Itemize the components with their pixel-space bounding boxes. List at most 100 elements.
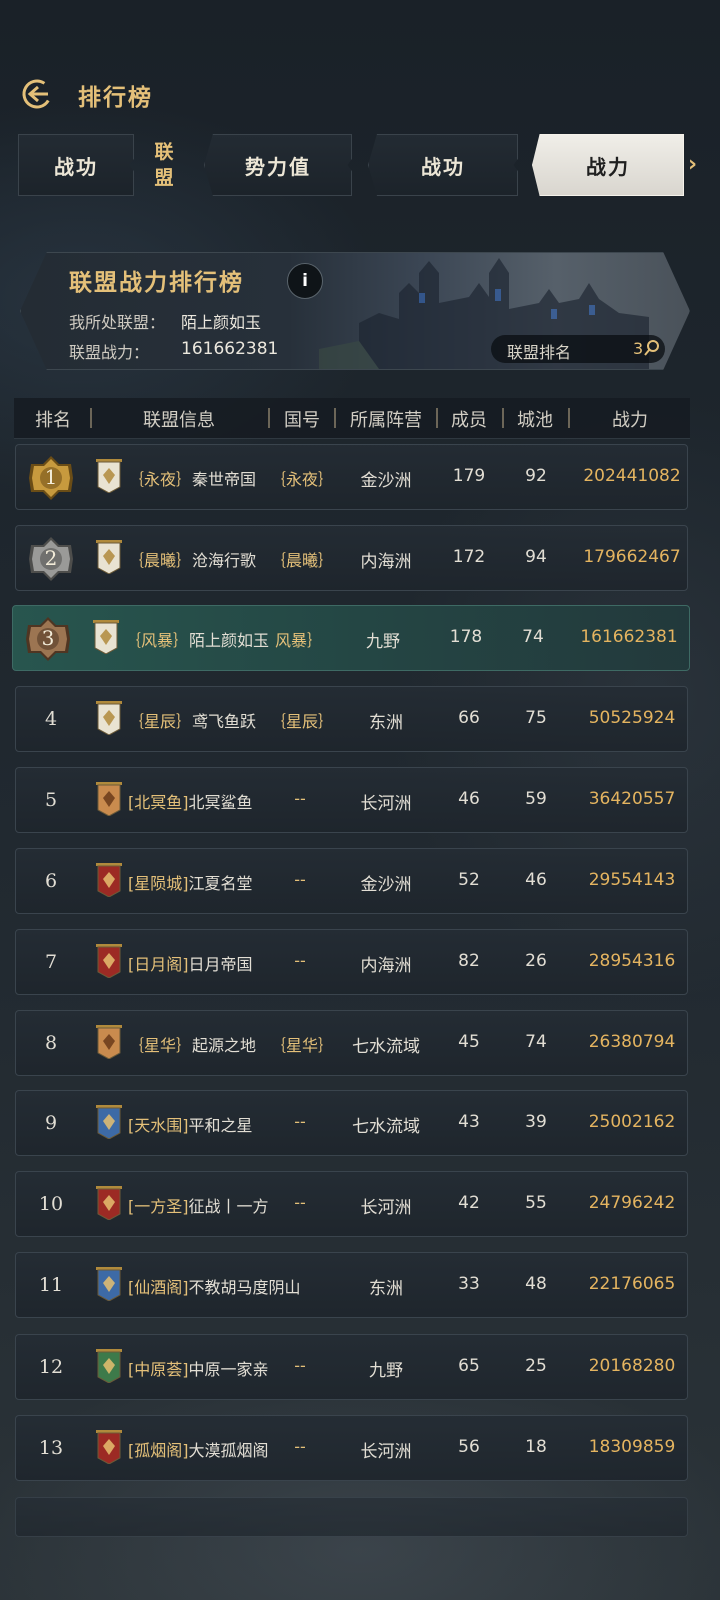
members-count: 42: [458, 1193, 480, 1213]
tab-alliance-merit[interactable]: 战功: [368, 134, 518, 196]
alliance-tag: [孤烟阁]: [128, 1441, 189, 1460]
power-value: 179662467: [583, 547, 681, 567]
my-alliance-line: 我所处联盟： 陌上颜如玉: [69, 309, 261, 333]
header-cities: 城池: [517, 410, 553, 431]
members-count: 179: [452, 466, 486, 486]
table-row[interactable]: 3 ｛风暴｝陌上颜如玉 风暴｝ 九野 178 74 161662381: [12, 605, 690, 671]
table-row[interactable]: 7 [日月阁]日月帝国 -- 内海洲 82 26 28954316: [15, 929, 688, 995]
rank-number: 13: [38, 1437, 64, 1459]
header-divider: [90, 408, 92, 428]
alliance-rank-search[interactable]: 联盟排名 3: [491, 335, 665, 363]
alliance-name: 北冥鲨鱼: [188, 793, 253, 812]
alliance-info: ｛星华｝起源之地: [128, 1032, 256, 1056]
search-icon: [644, 340, 659, 356]
alliance-tag: [星陨城]: [128, 874, 189, 893]
cities-count: 55: [525, 1193, 547, 1213]
power-value: 24796242: [588, 1193, 676, 1213]
table-row[interactable]: 8 ｛星华｝起源之地 ｛星华｝ 七水流域 45 74 26380794: [15, 1010, 688, 1076]
header-rank: 排名: [35, 410, 71, 431]
alliance-info: [北冥鱼]北冥鲨鱼: [128, 789, 253, 813]
category-label-alliance[interactable]: 联 盟: [144, 134, 184, 196]
alliance-name: 秦世帝国: [192, 470, 257, 489]
alliance-info: [星陨城]江夏名堂: [128, 870, 253, 894]
tab-merit[interactable]: 战功: [18, 134, 134, 196]
alliance-tag: [中原荟]: [128, 1360, 189, 1379]
table-row[interactable]: 4 ｛星辰｝鸢飞鱼跃 ｛星辰｝ 东洲 66 75 50525924: [15, 686, 688, 752]
alliance-name: 沧海行歌: [192, 551, 257, 570]
camp: 内海洲: [360, 552, 412, 572]
rank-number: 8: [44, 1032, 58, 1054]
table-row[interactable]: 2 ｛晨曦｝沧海行歌 ｛晨曦｝ 内海洲 172 94 179662467: [15, 525, 688, 591]
members-count: 172: [452, 547, 486, 567]
alliance-tag: ｛永夜｝: [128, 470, 193, 489]
green-shield-flag-icon: [96, 1349, 122, 1383]
banner-frame: 联盟战力排行榜 i 我所处联盟： 陌上颜如玉 联盟战力： 161662381 联…: [20, 252, 690, 370]
members-count: 178: [449, 627, 483, 647]
blue-bird-flag-icon: [96, 1105, 122, 1139]
info-icon[interactable]: i: [287, 263, 323, 299]
chevron-right-icon[interactable]: ›: [688, 152, 697, 177]
table-row[interactable]: 10 [一方圣]征战丨一方 -- 长河洲 42 55 24796242: [15, 1171, 688, 1237]
rank-number: 12: [38, 1356, 64, 1378]
rank-number: 5: [44, 789, 58, 811]
alliance-info: ｛风暴｝陌上颜如玉: [125, 627, 269, 651]
red-dragon-flag-icon: [96, 1186, 122, 1220]
nation-tag: --: [294, 1193, 306, 1212]
alliance-power-line: 联盟战力： 161662381: [69, 339, 278, 363]
members-count: 56: [458, 1437, 480, 1457]
nation-tag: 风暴｝: [275, 631, 324, 650]
alliance-info: ｛永夜｝秦世帝国: [128, 466, 256, 490]
table-row-partial[interactable]: [15, 1497, 688, 1537]
table-row[interactable]: 1 ｛永夜｝秦世帝国 ｛永夜｝ 金沙洲 179 92 202441082: [15, 444, 688, 510]
alliance-tag: [一方圣]: [128, 1197, 189, 1216]
tab-alliance-power[interactable]: 战力: [532, 134, 684, 196]
power-value: 25002162: [588, 1112, 676, 1132]
white-eagle-flag-icon: [96, 540, 122, 574]
alliance-name: 起源之地: [192, 1036, 257, 1055]
cities-count: 59: [525, 789, 547, 809]
red-dragon-flag-icon: [96, 1430, 122, 1464]
my-alliance-label: 我所处联盟：: [69, 313, 166, 332]
power-value: 161662381: [580, 627, 678, 647]
alliance-info: [中原荟]中原一家亲: [128, 1356, 269, 1380]
table-row[interactable]: 6 [星陨城]江夏名堂 -- 金沙洲 52 46 29554143: [15, 848, 688, 914]
nation-tag: --: [294, 870, 306, 889]
table-row[interactable]: 5 [北冥鱼]北冥鲨鱼 -- 长河洲 46 59 36420557: [15, 767, 688, 833]
cities-count: 39: [525, 1112, 547, 1132]
orange-swords-flag-icon: [96, 1025, 122, 1059]
alliance-info: ｛晨曦｝沧海行歌: [128, 547, 256, 571]
header-nation: 国号: [284, 410, 320, 431]
nation-tag: ｛星华｝: [270, 1036, 335, 1055]
power-value: 26380794: [588, 1032, 676, 1052]
rank-number: 6: [44, 870, 58, 892]
table-row[interactable]: 13 [孤烟阁]大漠孤烟阁 -- 长河洲 56 18 18309859: [15, 1415, 688, 1481]
camp: 七水流域: [352, 1037, 420, 1057]
members-count: 66: [458, 708, 480, 728]
alliance-rank-label: 联盟排名: [507, 343, 572, 362]
camp: 金沙洲: [360, 875, 412, 895]
alliance-tag: ｛风暴｝: [125, 631, 190, 650]
table-row[interactable]: 11 [仙酒阁]不教胡马度阴山 东洲 33 48 22176065: [15, 1252, 688, 1318]
header-camp: 所属阵营: [350, 410, 422, 431]
alliance-power-value: 161662381: [181, 339, 279, 359]
alliance-info: [日月阁]日月帝国: [128, 951, 253, 975]
table-row[interactable]: 9 [天水围]平和之星 -- 七水流域 43 39 25002162: [15, 1090, 688, 1156]
camp: 长河洲: [360, 794, 412, 814]
alliance-tag: ｛晨曦｝: [128, 551, 193, 570]
nation-tag: --: [294, 789, 306, 808]
table-row[interactable]: 12 [中原荟]中原一家亲 -- 九野 65 25 20168280: [15, 1334, 688, 1400]
back-button[interactable]: [18, 76, 54, 112]
gold-medal-icon: 1: [28, 455, 74, 501]
alliance-info: [一方圣]征战丨一方: [128, 1193, 269, 1217]
tab-influence[interactable]: 势力值: [204, 134, 352, 196]
alliance-tag: [仙酒阁]: [128, 1278, 189, 1297]
cities-count: 94: [525, 547, 547, 567]
nation-tag: ｛永夜｝: [270, 470, 335, 489]
red-dragon-flag-icon: [96, 944, 122, 978]
power-value: 18309859: [588, 1437, 676, 1457]
header-power: 战力: [612, 410, 648, 431]
white-eagle-flag-icon: [96, 459, 122, 493]
silver-medal-icon: 2: [28, 536, 74, 582]
cities-count: 48: [525, 1274, 547, 1294]
alliance-power-label: 联盟战力：: [69, 343, 150, 362]
